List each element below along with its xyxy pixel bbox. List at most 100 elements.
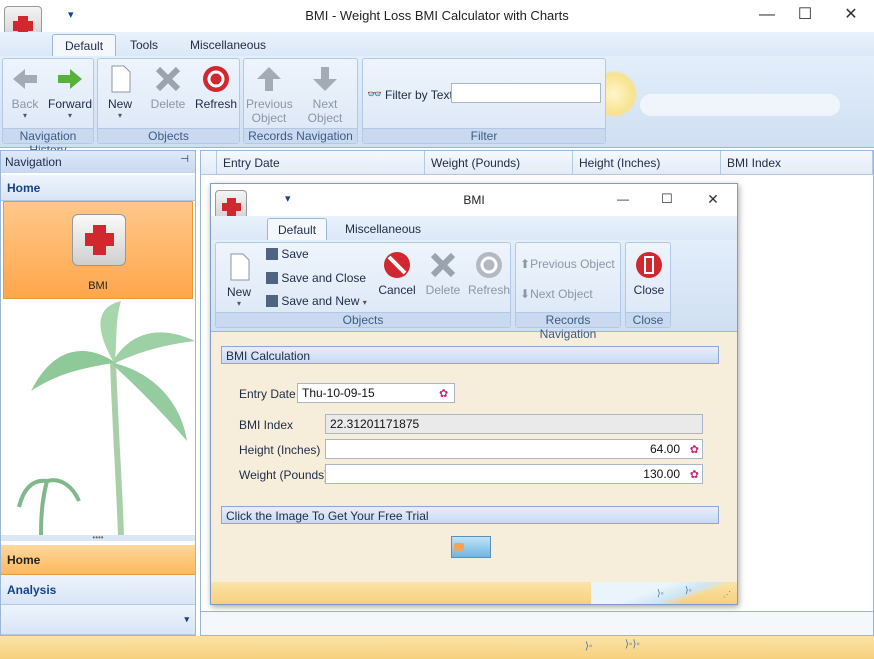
binoculars-icon: 👓 xyxy=(367,87,382,101)
bmi-index-field: 22.31201171875 xyxy=(325,414,703,434)
dialog-group-close: Close Close xyxy=(625,242,671,328)
column-header-entry-date[interactable]: Entry Date xyxy=(217,151,425,175)
entry-date-label: Entry Date xyxy=(239,387,296,401)
column-header-indicator xyxy=(201,151,217,175)
height-field[interactable]: 64.00 ✿ xyxy=(325,439,703,459)
dialog-new-button[interactable]: New ▾ xyxy=(220,251,258,308)
section-bmi-calculation: BMI Calculation xyxy=(221,346,719,364)
dialog-close-button[interactable]: ✕ xyxy=(693,184,733,216)
fish-decoration-icon: ⟩◦ xyxy=(657,588,664,598)
delete-x-icon xyxy=(427,249,459,281)
down-arrow-icon xyxy=(309,63,341,95)
dialog-toolbar-close-button[interactable]: Close xyxy=(630,249,668,297)
dialog-delete-button[interactable]: Delete xyxy=(422,249,464,297)
free-trial-image[interactable] xyxy=(451,536,491,558)
chevron-down-icon: ▾ xyxy=(362,298,367,307)
column-header-height[interactable]: Height (Inches) xyxy=(573,151,721,175)
dialog-next-object-button[interactable]: ⬇Next Object xyxy=(520,287,593,301)
tab-miscellaneous[interactable]: Miscellaneous xyxy=(178,34,278,56)
fish-decoration-icon: ⟩◦ xyxy=(585,641,593,652)
group-label: Objects xyxy=(98,128,239,143)
column-header-bmi-index[interactable]: BMI Index xyxy=(721,151,873,175)
entry-date-field[interactable]: Thu-10-09-15 ✿ xyxy=(297,383,455,403)
dialog-refresh-button[interactable]: Refresh xyxy=(468,249,510,297)
save-and-close-button[interactable]: Save and Close xyxy=(266,271,366,289)
new-button[interactable]: New ▾ xyxy=(102,63,138,120)
bmi-dialog: ▾ BMI — ☐ ✕ Default Miscellaneous New ▾ … xyxy=(210,183,738,605)
new-document-icon xyxy=(223,251,255,283)
refresh-button[interactable]: Refresh xyxy=(194,63,238,111)
next-object-button[interactable]: Next Object xyxy=(294,63,356,125)
forward-button[interactable]: Forward ▾ xyxy=(47,63,93,120)
chevron-down-icon: ▾ xyxy=(117,111,122,120)
fish-decoration-icon: ⟩◦ xyxy=(685,585,692,595)
chevron-down-icon: ▾ xyxy=(236,299,241,308)
dialog-tab-miscellaneous[interactable]: Miscellaneous xyxy=(335,218,431,240)
column-header-weight[interactable]: Weight (Pounds) xyxy=(425,151,573,175)
chevron-down-icon: ▾ xyxy=(22,111,27,120)
height-label: Height (Inches) xyxy=(239,443,321,457)
back-arrow-icon xyxy=(9,63,41,95)
dialog-status-strip: ⟩◦ ⟩◦ ⋰ xyxy=(211,582,737,604)
down-arrow-icon: ⬇ xyxy=(520,287,531,301)
nav-more-button[interactable]: ▾ xyxy=(1,605,195,635)
spin-editor-icon[interactable]: ✿ xyxy=(687,468,699,481)
group-label: Navigation History xyxy=(3,128,93,157)
nav-bottom-analysis[interactable]: Analysis xyxy=(1,575,195,605)
cloud-decoration xyxy=(640,94,840,116)
splitter-handle[interactable]: •••• xyxy=(1,534,195,542)
dialog-maximize-button[interactable]: ☐ xyxy=(647,184,687,216)
section-free-trial: Click the Image To Get Your Free Trial xyxy=(221,506,719,524)
dialog-tab-default[interactable]: Default xyxy=(267,218,328,240)
group-label: Objects xyxy=(216,312,510,327)
filter-input[interactable] xyxy=(451,83,601,103)
refresh-icon xyxy=(473,249,505,281)
weight-field[interactable]: 130.00 ✿ xyxy=(325,464,703,484)
dialog-group-records-navigation: ⬆Previous Object ⬇Next Object Records Na… xyxy=(515,242,621,341)
dialog-previous-object-button[interactable]: ⬆Previous Object xyxy=(520,257,615,271)
previous-object-button[interactable]: Previous Object xyxy=(246,63,293,125)
close-door-icon xyxy=(633,249,665,281)
dialog-group-objects: New ▾ Save Save and Close Save and New ▾… xyxy=(215,242,511,328)
dialog-tabs: Default Miscellaneous xyxy=(211,216,737,240)
chevron-down-icon: ▾ xyxy=(67,111,72,120)
group-records-navigation: Previous Object Next Object Records Navi… xyxy=(243,58,358,144)
group-filter: 👓 Filter by Text Filter xyxy=(362,58,606,144)
date-picker-icon[interactable]: ✿ xyxy=(439,387,451,400)
ribbon-tabs: Default Tools Miscellaneous xyxy=(0,32,874,56)
bmi-index-label: BMI Index xyxy=(239,418,294,432)
status-strip: ⟩◦ ⟩◦⟩◦ xyxy=(0,636,874,659)
close-button[interactable]: ✕ xyxy=(828,0,874,32)
navigation-header: Navigation ⊣ xyxy=(1,151,195,173)
nav-item-bmi[interactable]: BMI xyxy=(3,201,193,299)
maximize-button[interactable]: ☐ xyxy=(782,0,828,32)
tab-default[interactable]: Default xyxy=(52,34,117,56)
up-arrow-icon xyxy=(253,63,285,95)
resize-grip-icon[interactable]: ⋰ xyxy=(723,590,731,599)
cancel-icon xyxy=(381,249,413,281)
dialog-minimize-button[interactable]: — xyxy=(603,184,643,216)
delete-x-icon xyxy=(152,63,184,95)
navigation-pane: Navigation ⊣ Home BMI •••• Home Analysis… xyxy=(0,150,196,636)
nav-section-home[interactable]: Home xyxy=(1,175,195,201)
back-button[interactable]: Back ▾ xyxy=(7,63,43,120)
up-arrow-icon: ⬆ xyxy=(520,257,531,271)
tab-tools[interactable]: Tools xyxy=(118,34,170,56)
save-and-new-button[interactable]: Save and New ▾ xyxy=(266,294,367,312)
dialog-title-bar: ▾ BMI — ☐ ✕ xyxy=(211,184,737,222)
nav-bottom-home[interactable]: Home xyxy=(1,545,195,575)
delete-button[interactable]: Delete xyxy=(146,63,190,111)
chevron-down-icon: ▾ xyxy=(184,614,189,624)
group-label: Records Navigation xyxy=(244,128,357,143)
pin-icon[interactable]: ⊣ xyxy=(180,154,189,165)
save-button[interactable]: Save xyxy=(266,247,309,265)
palm-tree-decoration xyxy=(17,301,195,535)
spin-editor-icon[interactable]: ✿ xyxy=(687,443,699,456)
window-title: BMI - Weight Loss BMI Calculator with Ch… xyxy=(305,8,569,23)
floppy-disk-icon xyxy=(266,248,278,260)
title-bar: ▾ BMI - Weight Loss BMI Calculator with … xyxy=(0,0,874,42)
ribbon: Back ▾ Forward ▾ Navigation History New … xyxy=(0,56,874,157)
group-objects: New ▾ Delete Refresh Objects xyxy=(97,58,240,144)
cancel-button[interactable]: Cancel xyxy=(376,249,418,297)
floppy-disk-icon xyxy=(266,295,278,307)
